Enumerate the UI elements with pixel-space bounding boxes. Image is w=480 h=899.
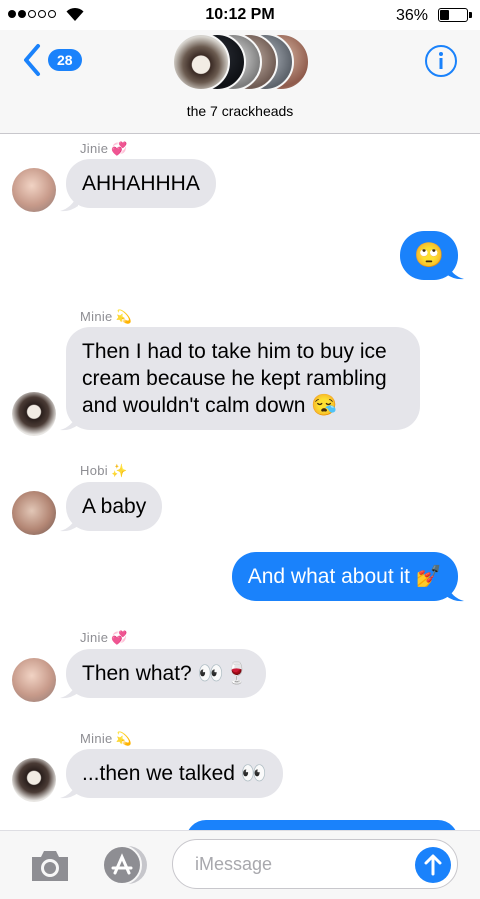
- member-avatar: [172, 33, 230, 91]
- sender-name: Minie 💫: [80, 309, 133, 324]
- battery-icon: [438, 8, 468, 22]
- message-input[interactable]: iMessage: [172, 839, 458, 889]
- message-bubble-incoming[interactable]: A baby: [66, 482, 163, 531]
- send-arrow-icon[interactable]: [415, 847, 451, 883]
- avatar[interactable]: [12, 168, 56, 212]
- info-icon[interactable]: [424, 44, 458, 78]
- message-bubble-incoming[interactable]: ...then we talked 👀: [66, 749, 283, 798]
- sender-name: Jinie 💞: [80, 630, 128, 645]
- camera-icon[interactable]: [28, 845, 72, 885]
- message-line: Then I had to take him to buy ice: [82, 340, 387, 363]
- message-line: and wouldn't calm down 😪: [82, 394, 338, 417]
- message-bubble-outgoing[interactable]: 🙄: [400, 231, 458, 280]
- conversation-header: 28 the 7 crackheads: [0, 30, 480, 134]
- battery-tip: [469, 12, 472, 18]
- sender-name: Minie 💫: [80, 731, 133, 746]
- message-placeholder: iMessage: [195, 854, 273, 874]
- avatar[interactable]: [12, 392, 56, 436]
- message-bubble-outgoing[interactable]: And what about it 💅: [231, 552, 458, 601]
- battery-percent: 36%: [395, 7, 428, 24]
- compose-bar: iMessage: [0, 830, 480, 899]
- message-bubble-incoming[interactable]: AHHAHHHA: [66, 159, 216, 208]
- back-chevron-icon: [24, 44, 40, 76]
- status-bar: 10:12 PM 36%: [0, 0, 480, 30]
- avatar[interactable]: [12, 758, 56, 802]
- message-bubble-incoming[interactable]: Then I had to take him to buy ice cream …: [66, 327, 420, 430]
- battery-level: [440, 10, 449, 20]
- message-bubble-incoming[interactable]: Then what? 👀🍷: [66, 649, 266, 698]
- avatar[interactable]: [12, 491, 56, 535]
- sender-name: Jinie 💞: [80, 141, 128, 156]
- unread-count-badge: 28: [48, 49, 82, 71]
- back-button[interactable]: 28: [20, 42, 82, 78]
- group-name[interactable]: the 7 crackheads: [0, 103, 480, 119]
- message-line: cream because he kept rambling: [82, 367, 387, 390]
- sender-name: Hobi ✨: [80, 463, 128, 478]
- message-bubble-outgoing-partial[interactable]: [186, 820, 458, 830]
- message-list[interactable]: Jinie 💞 AHHAHHHA 🙄 Minie 💫 Then I had to t…: [0, 134, 480, 830]
- group-avatars[interactable]: [172, 33, 312, 97]
- app-store-icon[interactable]: [100, 843, 148, 887]
- avatar[interactable]: [12, 658, 56, 702]
